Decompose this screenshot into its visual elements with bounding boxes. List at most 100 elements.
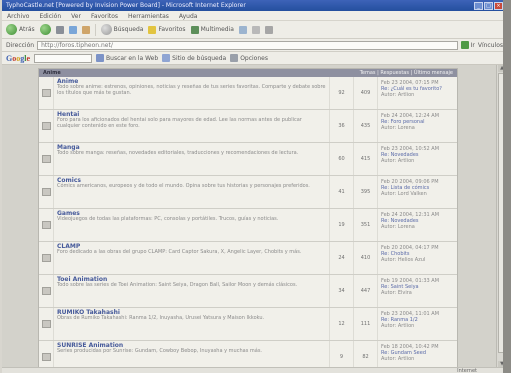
last-post-author: Autor: Lord Valken: [381, 191, 427, 197]
forum-replies-count: 415: [353, 143, 377, 175]
menu-herramientas[interactable]: Herramientas: [128, 13, 169, 20]
menu-archivo[interactable]: Archivo: [7, 13, 29, 20]
forum-info-cell: Manga Todo sobre manga: reseñas, novedade…: [54, 143, 329, 175]
forum-topics-count: 19: [329, 209, 353, 241]
forward-arrow-icon[interactable]: [39, 24, 51, 35]
forum-status-cell: [39, 308, 54, 340]
column-headers: Temas | Respuestas | Último mensaje: [359, 70, 453, 76]
search-icon: [100, 24, 112, 35]
forum-topics-count: 12: [329, 308, 353, 340]
search-site-icon: [162, 54, 171, 62]
minimize-button[interactable]: _: [474, 1, 483, 10]
last-post-author: Autor: Artlion: [381, 323, 415, 329]
menu-ver[interactable]: Ver: [71, 13, 81, 20]
print-icon[interactable]: [264, 25, 273, 34]
go-button[interactable]: Ir: [460, 41, 475, 49]
forum-status-cell: [39, 209, 54, 241]
back-label: Atrás: [19, 26, 35, 33]
forum-description: Todo sobre las series de Toei Animation:…: [57, 282, 298, 288]
forum-description: Videojuegos de todas las plataformas: PC…: [57, 216, 279, 222]
search-site-button[interactable]: Sitio de búsqueda: [162, 54, 226, 62]
stop-icon[interactable]: [55, 25, 64, 34]
search-web-button[interactable]: Buscar en la Web: [96, 54, 158, 62]
forum-replies-count: 111: [353, 308, 377, 340]
forum-replies-count: 395: [353, 176, 377, 208]
search-web-icon: [96, 54, 105, 62]
forum-info-cell: Games Videojuegos de todas las plataforma…: [54, 209, 329, 241]
forum-category-header: Anime Temas | Respuestas | Último mensaj…: [39, 69, 457, 77]
forum-topics-count: 41: [329, 176, 353, 208]
go-arrow-icon: [460, 41, 469, 49]
forum-last-post: Feb 24 2004, 12:24 AM Re: Foro personal Au…: [377, 110, 457, 142]
media-button[interactable]: Multimedia: [190, 25, 234, 34]
last-post-author: Autor: Lorena: [381, 125, 415, 131]
forum-topics-count: 24: [329, 242, 353, 274]
google-logo: Google: [6, 53, 31, 63]
maximize-button[interactable]: □: [484, 1, 493, 10]
links-label[interactable]: Vínculos: [478, 42, 503, 49]
forum-rows: Anime Todo sobre anime: estrenos, opinion…: [39, 77, 457, 373]
forum-status-cell: [39, 176, 54, 208]
status-zone: Internet: [457, 368, 477, 373]
forum-last-post: Feb 20 2004, 09:06 PM Re: Lista de cómics…: [377, 176, 457, 208]
forum-topics-count: 36: [329, 110, 353, 142]
status-bar: Internet: [2, 367, 507, 373]
page-edge-shadow: [503, 0, 511, 373]
menu-bar: Archivo Edición Ver Favoritos Herramient…: [2, 11, 507, 21]
forum-row: CLAMP Foro dedicado a las obras del grupo…: [39, 242, 457, 275]
forum-row: Toei Animation Todo sobre las series de T…: [39, 275, 457, 308]
search-button[interactable]: Búsqueda: [100, 24, 144, 35]
search-site-label: Sitio de búsqueda: [172, 54, 227, 62]
home-icon[interactable]: [81, 25, 90, 34]
folder-icon: [41, 89, 51, 97]
last-post-author: Autor: Helios Azul: [381, 257, 426, 263]
address-input[interactable]: [37, 40, 458, 50]
favorites-label: Favoritos: [158, 26, 186, 33]
forum-info-cell: CLAMP Foro dedicado a las obras del grupo…: [54, 242, 329, 274]
last-post-author: Autor: Artlion: [381, 92, 415, 98]
forum-info-cell: RUMIKO Takahashi Obras de Rumiko Takahash…: [54, 308, 329, 340]
back-button[interactable]: Atrás: [6, 24, 35, 35]
refresh-icon[interactable]: [68, 25, 77, 34]
google-search-input[interactable]: [34, 53, 93, 63]
forum-row: RUMIKO Takahashi Obras de Rumiko Takahash…: [39, 308, 457, 341]
toolbar: Atrás Búsqueda Favoritos Multimedia: [2, 21, 507, 39]
forum-description: Cómics americanos, europeos y de todo el…: [57, 183, 310, 189]
history-icon[interactable]: [238, 25, 247, 34]
menu-edicion[interactable]: Edición: [39, 13, 61, 20]
forum-replies-count: 447: [353, 275, 377, 307]
folder-icon: [41, 122, 51, 130]
media-icon: [190, 25, 199, 34]
forum-row: Manga Todo sobre manga: reseñas, novedade…: [39, 143, 457, 176]
back-arrow-icon: [6, 24, 17, 35]
last-post-author: Autor: Artlion: [381, 356, 415, 362]
forum-status-cell: [39, 242, 54, 274]
mail-icon[interactable]: [251, 25, 260, 34]
forum-description: Foro dedicado a las obras del grupo CLAM…: [57, 249, 302, 255]
forum-description: Obras de Rumiko Takahashi: Ranma 1/2, In…: [57, 315, 265, 321]
search-web-label: Buscar en la Web: [106, 54, 159, 62]
favorites-button[interactable]: Favoritos: [148, 25, 186, 34]
forum-row: Comics Cómics americanos, europeos y de t…: [39, 176, 457, 209]
folder-icon: [41, 254, 51, 262]
close-button[interactable]: ×: [494, 1, 503, 10]
last-post-author: Autor: Artlion: [381, 158, 415, 164]
folder-icon: [41, 353, 51, 361]
title-bar: TyphoCastle.net [Powered by Invision Pow…: [2, 0, 507, 11]
category-title[interactable]: Anime: [43, 70, 61, 76]
forum-last-post: Feb 23 2004, 11:01 AM Re: Ranma 1/2 Autor:…: [377, 308, 457, 340]
forum-last-post: Feb 23 2004, 10:52 AM Re: Novedades Autor:…: [377, 143, 457, 175]
address-label: Dirección: [6, 41, 35, 49]
forum-status-cell: [39, 77, 54, 109]
folder-icon: [41, 155, 51, 163]
forum-row: Anime Todo sobre anime: estrenos, opinion…: [39, 77, 457, 110]
forum-row: Hentai Foro para los aficionados del hent…: [39, 110, 457, 143]
forum-last-post: Feb 19 2004, 01:33 AM Re: Saint Seiya Auto…: [377, 275, 457, 307]
address-bar: Dirección Ir Vínculos: [2, 39, 507, 52]
forum-status-cell: [39, 110, 54, 142]
forum-last-post: Feb 23 2004, 07:15 PM Re: ¿Cuál es tu fav…: [377, 77, 457, 109]
options-button[interactable]: Opciones: [230, 54, 268, 62]
search-label: Búsqueda: [113, 26, 144, 33]
menu-ayuda[interactable]: Ayuda: [179, 13, 198, 20]
menu-favoritos[interactable]: Favoritos: [91, 13, 118, 20]
